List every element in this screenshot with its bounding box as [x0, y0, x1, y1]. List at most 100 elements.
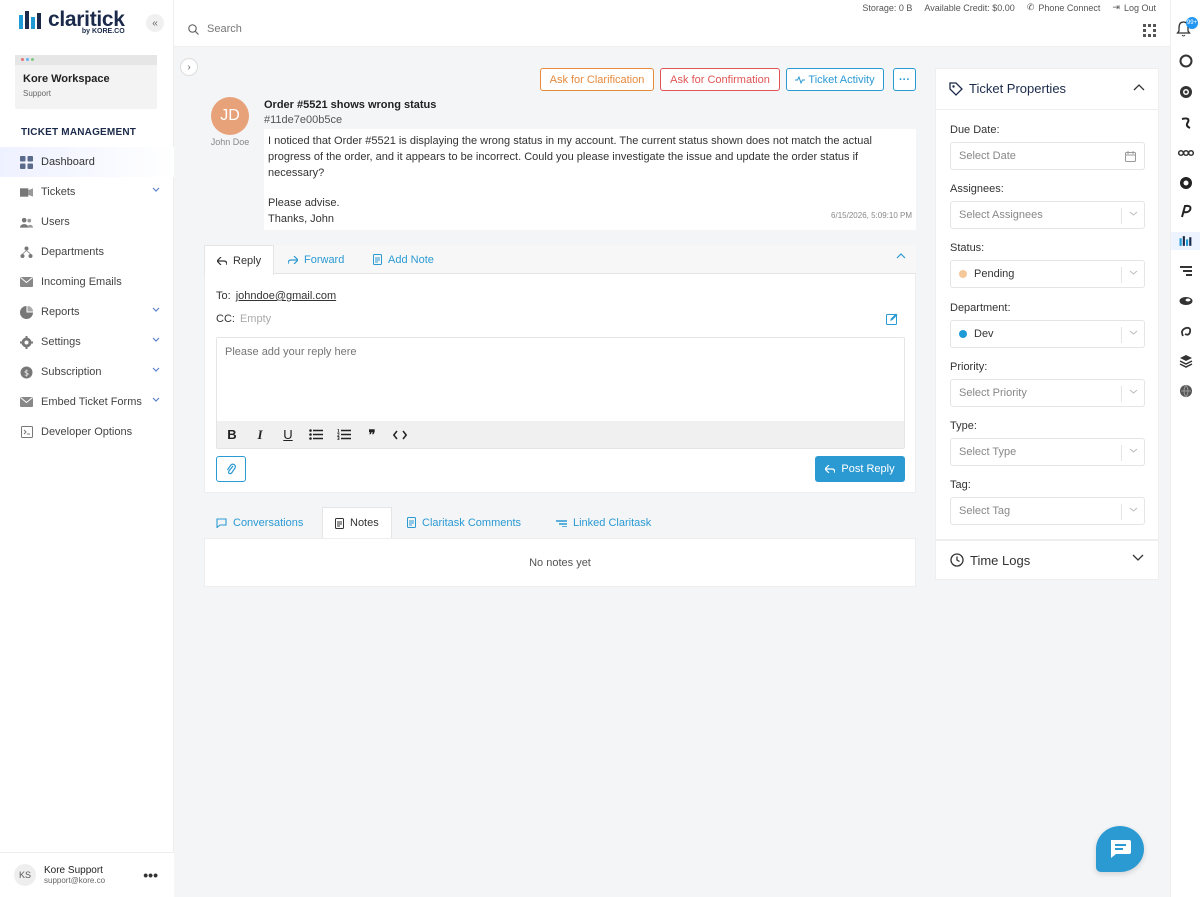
tab-reply[interactable]: Reply [204, 245, 275, 275]
tab-forward[interactable]: Forward [276, 245, 356, 274]
status-select[interactable]: Pending [950, 260, 1145, 288]
collapse-sidebar-button[interactable]: « [146, 14, 164, 32]
app-script-icon[interactable] [1177, 114, 1195, 132]
ask-confirmation-button[interactable]: Ask for Confirmation [660, 68, 780, 91]
tab-add-note[interactable]: Add Note [361, 245, 446, 274]
tab-label: Notes [350, 517, 379, 529]
attach-button[interactable] [216, 456, 246, 482]
clock-icon [950, 553, 964, 567]
sidebar-item-label: Developer Options [41, 426, 133, 438]
ticket-properties-header[interactable]: Ticket Properties [935, 68, 1159, 110]
edit-icon[interactable] [886, 313, 898, 325]
workspace-switcher[interactable]: Kore Workspace Support [15, 55, 157, 109]
calendar-icon [1125, 151, 1136, 162]
sidebar-item-tickets[interactable]: Tickets [0, 177, 174, 207]
chevron-down-icon [1129, 270, 1138, 275]
department-select[interactable]: Dev [950, 320, 1145, 348]
type-select[interactable]: Select Type [950, 438, 1145, 466]
ticket-activity-button[interactable]: Ticket Activity [786, 68, 884, 91]
underline-icon[interactable]: U [279, 426, 297, 444]
status-dot [959, 270, 967, 278]
chevron-up-icon[interactable] [896, 253, 906, 259]
sidebar-item-settings[interactable]: Settings [0, 327, 174, 357]
app-cloud-icon[interactable] [1177, 292, 1195, 310]
app-claritick-icon[interactable] [1171, 232, 1200, 250]
bullet-list-icon[interactable] [307, 426, 325, 444]
chevron-up-icon[interactable] [1133, 84, 1145, 91]
app-target-icon[interactable] [1177, 83, 1195, 101]
more-icon[interactable]: ••• [143, 867, 158, 883]
search-icon [188, 23, 199, 35]
department-value: Dev [974, 328, 994, 340]
app-chain-icon[interactable] [1177, 144, 1195, 162]
app-swirl-icon[interactable] [1177, 322, 1195, 340]
message-paragraph: I noticed that Order #5521 is displaying… [268, 135, 872, 179]
sidebar-item-incoming-emails[interactable]: Incoming Emails [0, 267, 174, 297]
apps-grid-icon[interactable] [1143, 24, 1156, 37]
app-circle-icon[interactable] [1177, 52, 1195, 70]
sidebar-item-embed-ticket-forms[interactable]: Embed Ticket Forms [0, 387, 174, 417]
due-date-picker[interactable]: Select Date [950, 142, 1145, 170]
search-bar[interactable]: Search [188, 23, 242, 35]
due-date-label: Due Date: [950, 124, 1000, 136]
tab-label: Claritask Comments [422, 516, 522, 529]
phone-connect-link[interactable]: ✆ Phone Connect [1027, 2, 1101, 13]
sidebar-item-label: Users [41, 216, 70, 228]
editor-toolbar: B I U 123 ❞ [217, 421, 904, 448]
more-actions-button[interactable]: ··· [893, 68, 916, 91]
brand-logo[interactable]: claritick by KORE.CO [18, 9, 125, 35]
assignees-select[interactable]: Select Assignees [950, 201, 1145, 229]
assignees-placeholder: Select Assignees [959, 209, 1043, 221]
reply-textarea[interactable] [217, 338, 904, 422]
app-globe-icon[interactable] [1177, 382, 1195, 400]
quote-icon[interactable]: ❞ [363, 426, 381, 444]
avatar: JD [211, 97, 249, 135]
sidebar-item-label: Settings [41, 336, 81, 348]
logout-link[interactable]: ⇥ Log Out [1112, 2, 1156, 13]
time-logs-section[interactable]: Time Logs [935, 540, 1159, 580]
sidebar-item-label: Dashboard [41, 156, 95, 168]
italic-icon[interactable]: I [251, 426, 269, 444]
type-label: Type: [950, 420, 977, 432]
message-timestamp: 6/15/2026, 5:09:10 PM [831, 211, 912, 220]
sidebar-item-reports[interactable]: Reports [0, 297, 174, 327]
ticket-id: #11de7e00b5ce [264, 114, 343, 126]
app-lines-icon[interactable] [1177, 262, 1195, 280]
phone-icon: ✆ [1026, 2, 1035, 12]
ask-clarification-button[interactable]: Ask for Clarification [540, 68, 654, 91]
tag-select[interactable]: Select Tag [950, 497, 1145, 525]
tab-notes[interactable]: Notes [322, 507, 392, 538]
numbered-list-icon[interactable]: 123 [335, 426, 353, 444]
logout-label: Log Out [1123, 2, 1156, 13]
sidebar-item-subscription[interactable]: $ Subscription [0, 357, 174, 387]
app-badge-icon[interactable] [1177, 174, 1195, 192]
sidebar-item-departments[interactable]: Departments [0, 237, 174, 267]
priority-select[interactable]: Select Priority [950, 379, 1145, 407]
type-placeholder: Select Type [959, 446, 1017, 458]
to-address[interactable]: johndoe@gmail.com [236, 290, 336, 302]
app-p-icon[interactable] [1177, 202, 1195, 220]
chat-button[interactable] [1096, 826, 1144, 872]
tab-claritask-comments[interactable]: Claritask Comments [395, 507, 533, 538]
user-profile[interactable]: KS Kore Support support@kore.co ••• [0, 852, 174, 897]
dashboard-icon [20, 155, 33, 169]
tab-conversations[interactable]: Conversations [204, 507, 315, 538]
sidebar-item-dashboard[interactable]: Dashboard [0, 147, 174, 177]
code-icon[interactable] [391, 426, 409, 444]
cc-value[interactable]: Empty [240, 313, 271, 325]
embed-icon [20, 396, 33, 409]
bold-icon[interactable]: B [223, 426, 241, 444]
gear-icon [20, 335, 33, 349]
search-placeholder: Search [207, 23, 242, 35]
expand-panel-button[interactable]: › [180, 58, 198, 76]
tab-linked-claritask[interactable]: Linked Claritask [544, 507, 663, 538]
priority-label: Priority: [950, 361, 988, 373]
tab-label: Add Note [388, 253, 434, 266]
activity-tabs: Conversations Notes Claritask Comments L… [204, 507, 916, 538]
post-reply-button[interactable]: Post Reply [815, 456, 905, 482]
sidebar-item-developer-options[interactable]: Developer Options [0, 417, 174, 447]
chevron-down-icon[interactable] [1132, 554, 1144, 561]
due-date-placeholder: Select Date [959, 150, 1016, 162]
sidebar-item-users[interactable]: Users [0, 207, 174, 237]
app-layers-icon[interactable] [1177, 352, 1195, 370]
